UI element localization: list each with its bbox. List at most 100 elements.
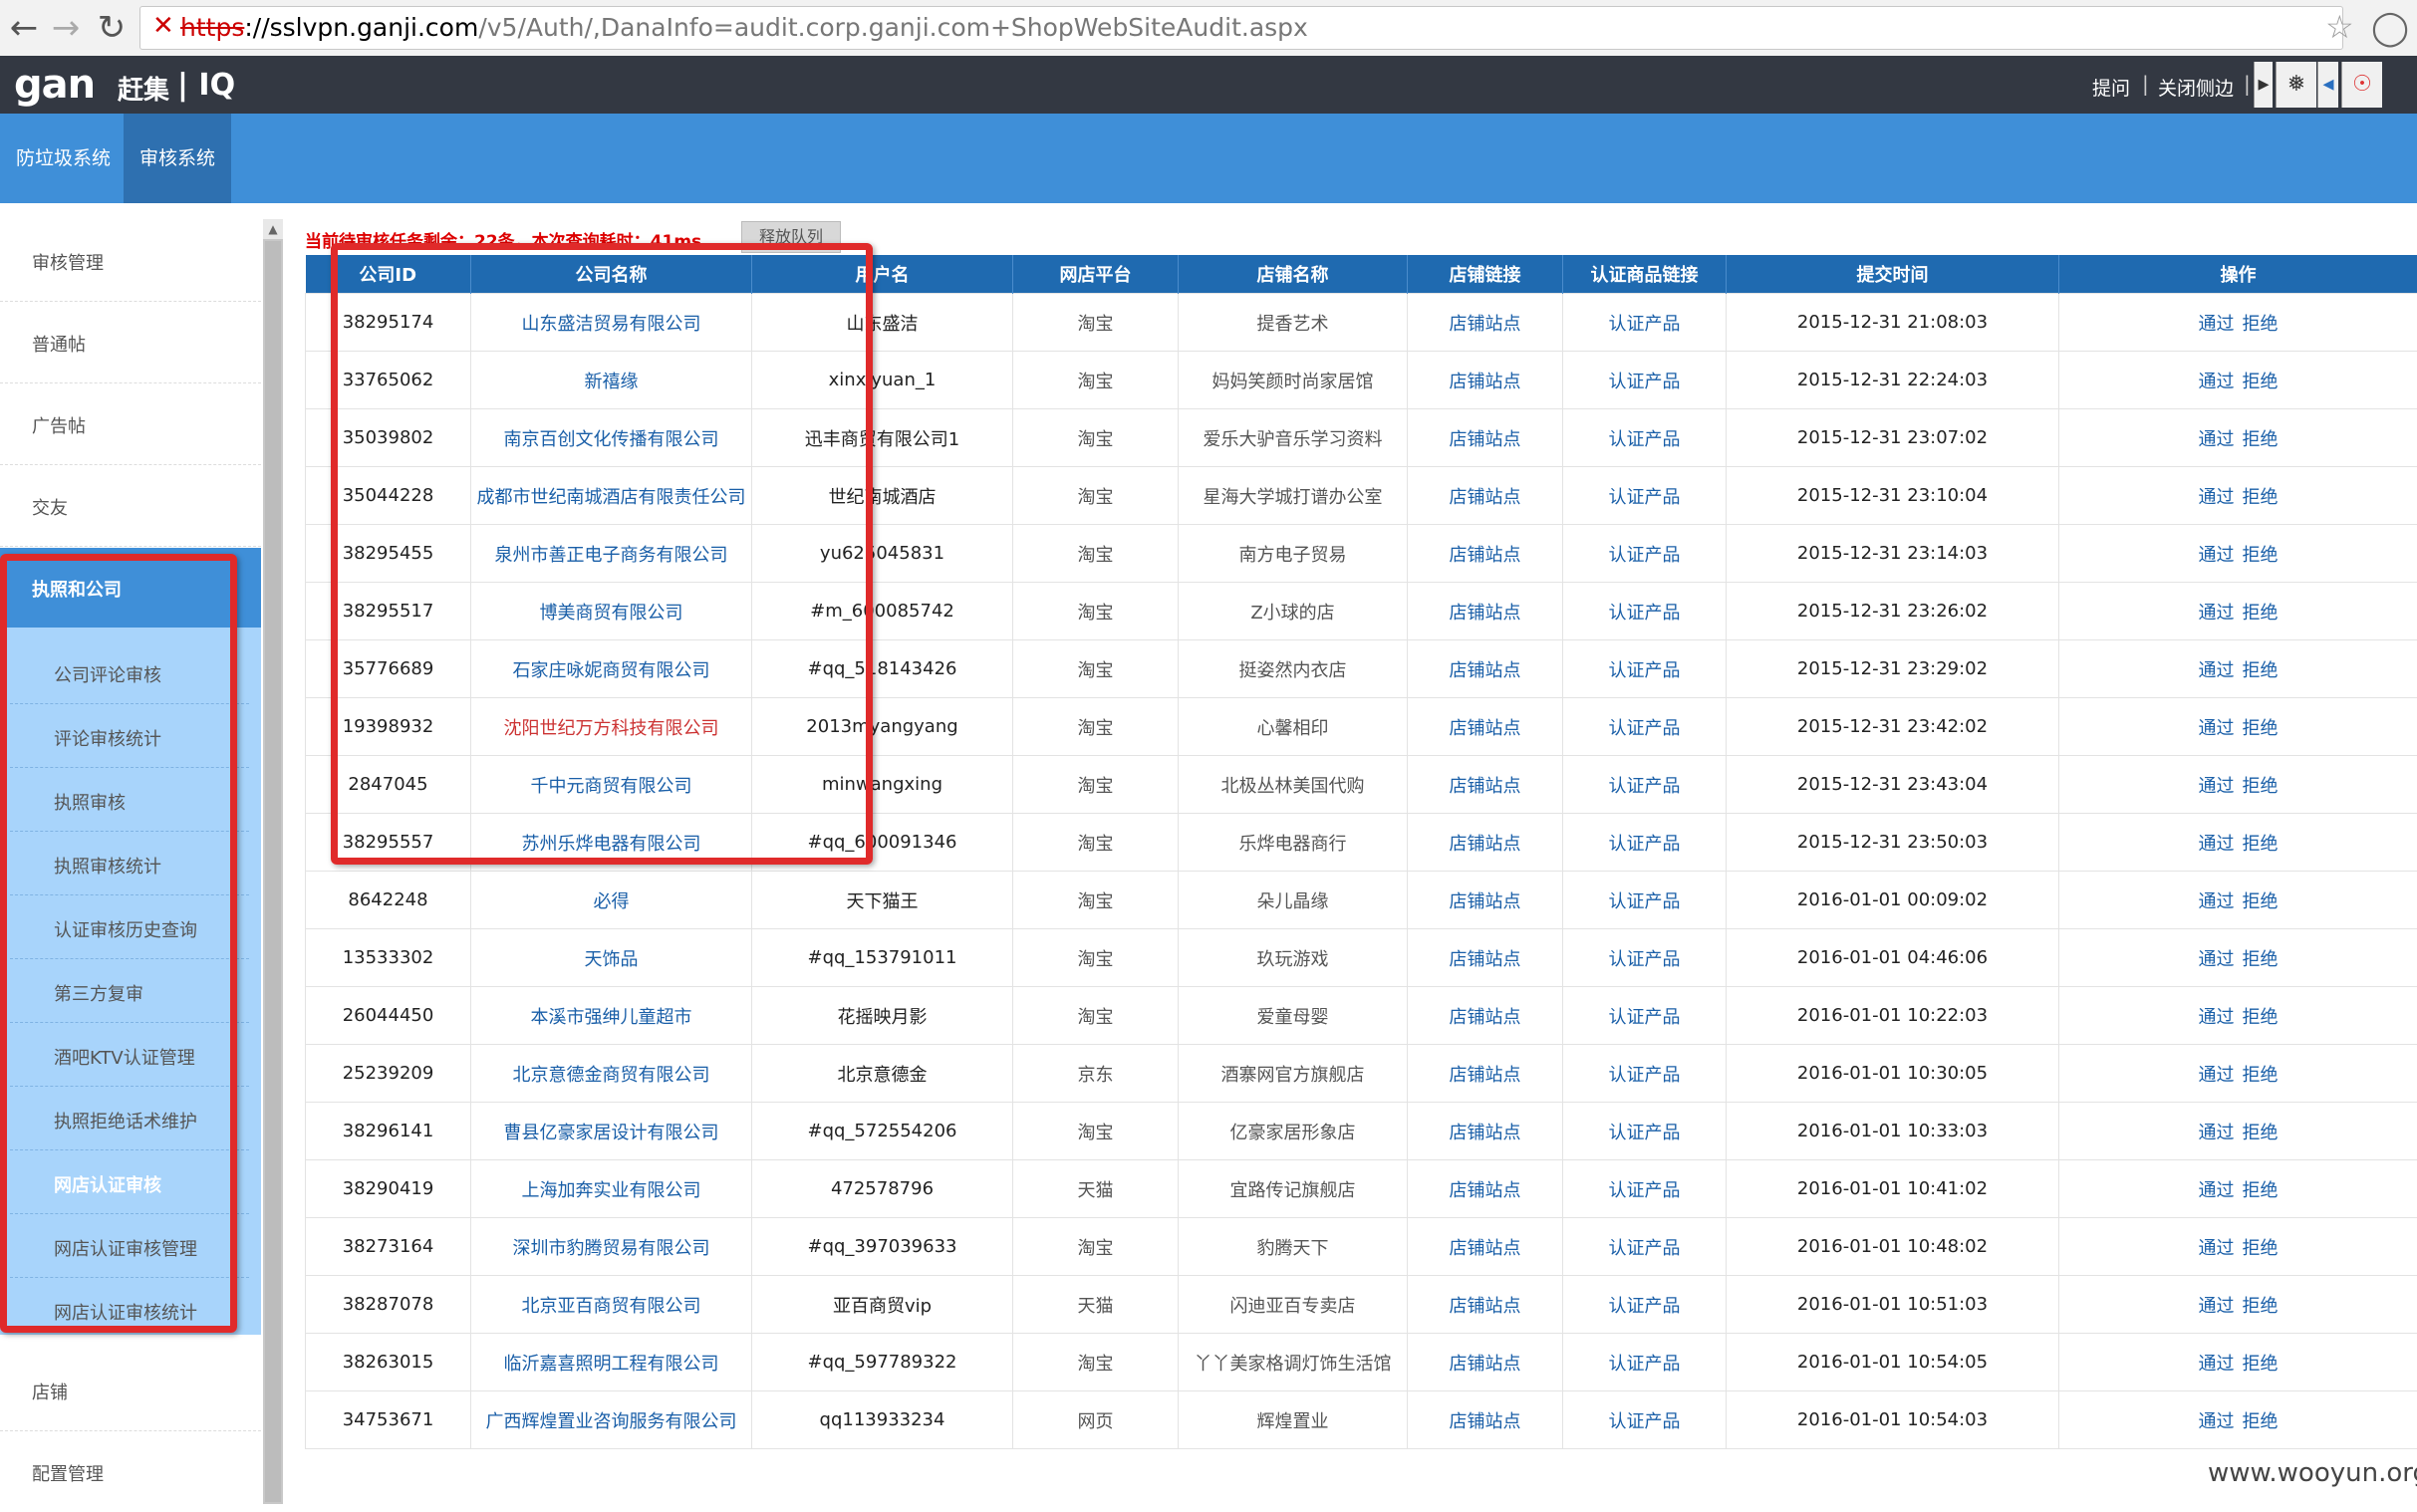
shop-site-link[interactable]: 店铺站点	[1450, 1065, 1521, 1086]
lifebuoy-icon[interactable]: ☉	[2341, 62, 2382, 108]
approve-link[interactable]: 通过	[2199, 1065, 2235, 1086]
company-name-link[interactable]: 上海加奔实业有限公司	[522, 1180, 701, 1201]
approve-link[interactable]: 通过	[2199, 1238, 2235, 1259]
approve-link[interactable]: 通过	[2199, 1123, 2235, 1143]
back-arrow-icon[interactable]: ←	[6, 8, 42, 48]
certified-product-link[interactable]: 认证产品	[1609, 1296, 1681, 1317]
shop-site-link[interactable]: 店铺站点	[1450, 776, 1521, 797]
approve-link[interactable]: 通过	[2199, 1411, 2235, 1432]
reject-link[interactable]: 拒绝	[2243, 1238, 2279, 1259]
reject-link[interactable]: 拒绝	[2243, 949, 2279, 970]
company-name-link[interactable]: 北京亚百商贸有限公司	[522, 1296, 701, 1317]
reject-link[interactable]: 拒绝	[2243, 1411, 2279, 1432]
shop-site-link[interactable]: 店铺站点	[1450, 1007, 1521, 1028]
scrollbar-thumb[interactable]	[265, 241, 281, 1502]
company-name-link[interactable]: 必得	[594, 891, 630, 912]
tab-audit-system[interactable]: 审核系统	[124, 114, 231, 203]
certified-product-link[interactable]: 认证产品	[1609, 603, 1681, 624]
approve-link[interactable]: 通过	[2199, 545, 2235, 566]
certified-product-link[interactable]: 认证产品	[1609, 891, 1681, 912]
approve-link[interactable]: 通过	[2199, 949, 2235, 970]
shop-site-link[interactable]: 店铺站点	[1450, 660, 1521, 681]
reject-link[interactable]: 拒绝	[2243, 372, 2279, 392]
company-name-link[interactable]: 本溪市强绅儿童超市	[531, 1007, 692, 1028]
scroll-up-arrow-icon[interactable]: ▲	[263, 219, 283, 239]
certified-product-link[interactable]: 认证产品	[1609, 776, 1681, 797]
settings-gear-icon[interactable]: ❅	[2276, 62, 2316, 108]
shop-site-link[interactable]: 店铺站点	[1450, 891, 1521, 912]
reject-link[interactable]: 拒绝	[2243, 603, 2279, 624]
reject-link[interactable]: 拒绝	[2243, 891, 2279, 912]
shop-site-link[interactable]: 店铺站点	[1450, 1238, 1521, 1259]
certified-product-link[interactable]: 认证产品	[1609, 718, 1681, 739]
certified-product-link[interactable]: 认证产品	[1609, 949, 1681, 970]
certified-product-link[interactable]: 认证产品	[1609, 429, 1681, 450]
collapse-arrow-icon[interactable]: ◂	[2317, 62, 2338, 108]
approve-link[interactable]: 通过	[2199, 776, 2235, 797]
certified-product-link[interactable]: 认证产品	[1609, 1411, 1681, 1432]
certified-product-link[interactable]: 认证产品	[1609, 834, 1681, 855]
certified-product-link[interactable]: 认证产品	[1609, 660, 1681, 681]
approve-link[interactable]: 通过	[2199, 718, 2235, 739]
reject-link[interactable]: 拒绝	[2243, 1180, 2279, 1201]
approve-link[interactable]: 通过	[2199, 891, 2235, 912]
menu-icon[interactable]: ◯	[2371, 8, 2409, 48]
approve-link[interactable]: 通过	[2199, 429, 2235, 450]
sidebar-item-audit-management[interactable]: 审核管理	[0, 219, 261, 302]
certified-product-link[interactable]: 认证产品	[1609, 487, 1681, 508]
certified-product-link[interactable]: 认证产品	[1609, 545, 1681, 566]
certified-product-link[interactable]: 认证产品	[1609, 372, 1681, 392]
approve-link[interactable]: 通过	[2199, 314, 2235, 335]
certified-product-link[interactable]: 认证产品	[1609, 1180, 1681, 1201]
reject-link[interactable]: 拒绝	[2243, 1296, 2279, 1317]
reject-link[interactable]: 拒绝	[2243, 1007, 2279, 1028]
approve-link[interactable]: 通过	[2199, 1296, 2235, 1317]
reject-link[interactable]: 拒绝	[2243, 545, 2279, 566]
reject-link[interactable]: 拒绝	[2243, 429, 2279, 450]
expand-arrow-icon[interactable]: ▸	[2254, 62, 2273, 108]
approve-link[interactable]: 通过	[2199, 487, 2235, 508]
company-name-link[interactable]: 曹县亿豪家居设计有限公司	[504, 1123, 719, 1143]
reject-link[interactable]: 拒绝	[2243, 1123, 2279, 1143]
certified-product-link[interactable]: 认证产品	[1609, 314, 1681, 335]
approve-link[interactable]: 通过	[2199, 1007, 2235, 1028]
reject-link[interactable]: 拒绝	[2243, 1065, 2279, 1086]
reject-link[interactable]: 拒绝	[2243, 776, 2279, 797]
close-sidebar-link[interactable]: 关闭侧边	[2158, 74, 2234, 101]
sidebar-item-config[interactable]: 配置管理	[0, 1430, 261, 1512]
address-bar[interactable]: ✕ https://sslvpn.ganji.com/v5/Auth/,Dana…	[139, 6, 2343, 50]
company-name-link[interactable]: 广西辉煌置业咨询服务有限公司	[486, 1411, 737, 1432]
approve-link[interactable]: 通过	[2199, 603, 2235, 624]
sidebar-item-ad-post[interactable]: 广告帖	[0, 382, 261, 465]
reject-link[interactable]: 拒绝	[2243, 314, 2279, 335]
approve-link[interactable]: 通过	[2199, 1180, 2235, 1201]
certified-product-link[interactable]: 认证产品	[1609, 1123, 1681, 1143]
company-name-link[interactable]: 临沂嘉喜照明工程有限公司	[504, 1354, 719, 1375]
sidebar-item-dating[interactable]: 交友	[0, 464, 261, 547]
shop-site-link[interactable]: 店铺站点	[1450, 949, 1521, 970]
shop-site-link[interactable]: 店铺站点	[1450, 718, 1521, 739]
shop-site-link[interactable]: 店铺站点	[1450, 1180, 1521, 1201]
certified-product-link[interactable]: 认证产品	[1609, 1007, 1681, 1028]
certified-product-link[interactable]: 认证产品	[1609, 1238, 1681, 1259]
approve-link[interactable]: 通过	[2199, 660, 2235, 681]
shop-site-link[interactable]: 店铺站点	[1450, 1411, 1521, 1432]
forward-arrow-icon[interactable]: →	[48, 8, 84, 48]
tab-anti-spam[interactable]: 防垃圾系统	[0, 114, 127, 203]
shop-site-link[interactable]: 店铺站点	[1450, 603, 1521, 624]
reload-icon[interactable]: ↻	[94, 8, 130, 48]
company-name-link[interactable]: 北京意德金商贸有限公司	[513, 1065, 710, 1086]
shop-site-link[interactable]: 店铺站点	[1450, 1123, 1521, 1143]
sidebar-item-shop[interactable]: 店铺	[0, 1349, 261, 1431]
shop-site-link[interactable]: 店铺站点	[1450, 429, 1521, 450]
shop-site-link[interactable]: 店铺站点	[1450, 1354, 1521, 1375]
shop-site-link[interactable]: 店铺站点	[1450, 545, 1521, 566]
reject-link[interactable]: 拒绝	[2243, 660, 2279, 681]
reject-link[interactable]: 拒绝	[2243, 1354, 2279, 1375]
certified-product-link[interactable]: 认证产品	[1609, 1354, 1681, 1375]
sidebar-item-normal-post[interactable]: 普通帖	[0, 301, 261, 383]
approve-link[interactable]: 通过	[2199, 1354, 2235, 1375]
approve-link[interactable]: 通过	[2199, 834, 2235, 855]
shop-site-link[interactable]: 店铺站点	[1450, 834, 1521, 855]
reject-link[interactable]: 拒绝	[2243, 487, 2279, 508]
